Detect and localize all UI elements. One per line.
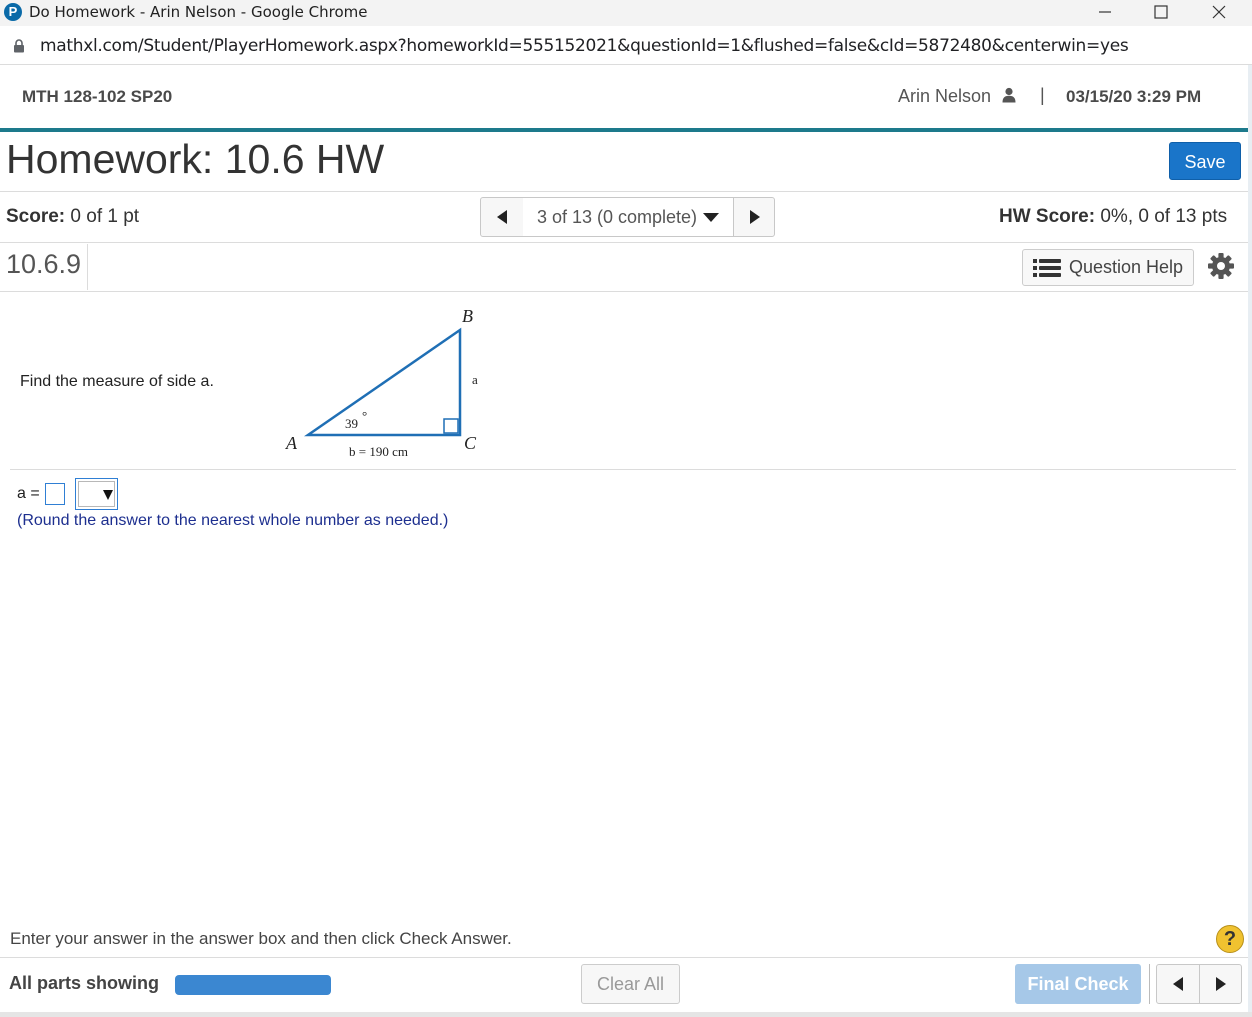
window-edge bbox=[1248, 65, 1252, 1017]
progress-bar bbox=[175, 975, 331, 995]
clear-all-button[interactable]: Clear All bbox=[581, 964, 680, 1004]
divider bbox=[10, 469, 1236, 470]
close-button[interactable] bbox=[1196, 0, 1242, 24]
divider bbox=[0, 191, 1248, 192]
triangle-shape bbox=[303, 327, 462, 437]
score-label: Score: bbox=[6, 206, 66, 227]
help-icon[interactable]: ? bbox=[1216, 925, 1244, 953]
score-value: 0 of 1 pt bbox=[70, 206, 140, 227]
maximize-button[interactable] bbox=[1138, 0, 1184, 24]
gear-icon[interactable] bbox=[1207, 252, 1235, 280]
user-name-label: Arin Nelson bbox=[898, 86, 992, 106]
angle-label: 39 bbox=[345, 416, 358, 431]
side-label-a: a bbox=[472, 372, 478, 387]
minimize-button[interactable] bbox=[1082, 0, 1128, 24]
score-display: Score: 0 of 1 pt bbox=[6, 206, 139, 228]
question-prompt: Find the measure of side a. bbox=[20, 373, 214, 390]
user-name[interactable]: Arin Nelson bbox=[898, 86, 1016, 107]
footer-navigator bbox=[1156, 964, 1242, 1004]
instructions-text: Enter your answer in the answer box and … bbox=[10, 929, 512, 948]
list-icon bbox=[1032, 258, 1061, 277]
divider bbox=[1149, 964, 1150, 1004]
vertex-label-c: C bbox=[464, 433, 477, 453]
question-number: 10.6.9 bbox=[6, 249, 82, 279]
divider bbox=[0, 957, 1248, 958]
final-check-button[interactable]: Final Check bbox=[1015, 964, 1141, 1004]
hw-score-value: 0%, 0 of 13 pts bbox=[1100, 206, 1228, 227]
question-navigator: 3 of 13 (0 complete) bbox=[480, 197, 775, 237]
footer-previous-button[interactable] bbox=[1157, 965, 1200, 1003]
caret-right-icon bbox=[1216, 977, 1226, 991]
lock-icon bbox=[14, 39, 24, 53]
unit-select-box bbox=[78, 481, 115, 507]
divider bbox=[87, 244, 88, 290]
all-parts-showing-label: All parts showing bbox=[9, 973, 160, 993]
minimize-icon bbox=[1099, 11, 1111, 13]
url-text[interactable]: mathxl.com/Student/PlayerHomework.aspx?h… bbox=[40, 36, 1129, 56]
hw-score-label: HW Score: bbox=[999, 206, 1096, 227]
user-icon bbox=[1002, 87, 1016, 103]
degree-symbol: ° bbox=[362, 408, 367, 423]
next-question-button[interactable] bbox=[733, 198, 775, 236]
answer-input[interactable] bbox=[45, 483, 65, 505]
answer-label: a = bbox=[17, 485, 40, 502]
caret-left-icon bbox=[497, 210, 507, 224]
header-datetime: 03/15/20 3:29 PM bbox=[1066, 87, 1202, 106]
caret-down-icon bbox=[703, 212, 720, 222]
vertex-label-b: B bbox=[462, 306, 473, 326]
previous-question-button[interactable] bbox=[481, 198, 524, 236]
window-titlebar: P Do Homework - Arin Nelson - Google Chr… bbox=[0, 0, 1252, 26]
pearson-favicon-icon: P bbox=[4, 3, 22, 21]
course-name[interactable]: MTH 128-102 SP20 bbox=[22, 87, 172, 107]
question-help-label: Question Help bbox=[1068, 257, 1184, 277]
divider bbox=[0, 242, 1248, 243]
footer-next-button[interactable] bbox=[1200, 965, 1242, 1003]
question-select-dropdown[interactable]: 3 of 13 (0 complete) bbox=[523, 198, 733, 236]
rounding-note: (Round the answer to the nearest whole n… bbox=[17, 512, 449, 529]
close-icon bbox=[1212, 5, 1226, 19]
caret-right-icon bbox=[749, 210, 760, 224]
question-help-button[interactable]: Question Help bbox=[1022, 249, 1194, 286]
question-select-label: 3 of 13 (0 complete) bbox=[536, 206, 698, 227]
header-accent-bar bbox=[0, 128, 1248, 132]
right-angle-marker bbox=[443, 418, 459, 434]
window-edge bbox=[0, 1012, 1252, 1017]
save-button[interactable]: Save bbox=[1169, 142, 1241, 180]
vertex-label-a: A bbox=[285, 433, 298, 453]
side-label-b: b = 190 cm bbox=[349, 444, 408, 459]
header-separator: | bbox=[1040, 85, 1045, 105]
course-header: MTH 128-102 SP20 Arin Nelson | 03/15/20 … bbox=[0, 65, 1252, 128]
unit-select[interactable] bbox=[75, 478, 118, 510]
right-triangle-figure: B A C a 39 ° b = 190 cm bbox=[285, 306, 478, 459]
page-title: Homework: 10.6 HW bbox=[6, 136, 385, 182]
maximize-icon bbox=[1154, 5, 1168, 19]
address-bar[interactable]: mathxl.com/Student/PlayerHomework.aspx?h… bbox=[0, 26, 1252, 65]
caret-left-icon bbox=[1173, 977, 1183, 991]
hw-score-display: HW Score: 0%, 0 of 13 pts bbox=[999, 206, 1227, 228]
caret-down-icon bbox=[103, 490, 113, 500]
divider bbox=[0, 291, 1248, 292]
window-title: Do Homework - Arin Nelson - Google Chrom… bbox=[29, 3, 368, 21]
